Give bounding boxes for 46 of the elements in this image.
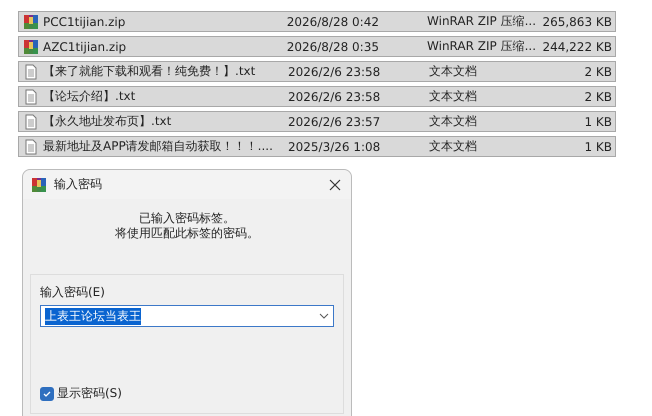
file-type: 文本文档 xyxy=(429,113,478,130)
file-size: 265,863 KB xyxy=(542,14,613,28)
document-icon xyxy=(23,114,39,130)
chevron-down-icon[interactable] xyxy=(319,313,329,319)
file-row[interactable]: PCC1tijian.zip 2026/8/28 0:42 WinRAR ZIP 压缩... 265,863 KB xyxy=(18,11,616,32)
document-icon xyxy=(23,64,39,80)
file-date: 2026/2/6 23:58 xyxy=(288,90,382,104)
file-name: 【论坛介绍】.txt xyxy=(43,88,136,105)
archive-icon xyxy=(23,14,39,30)
file-date: 2026/2/6 23:57 xyxy=(288,114,382,128)
file-size: 2 KB xyxy=(583,90,613,104)
file-type: 文本文档 xyxy=(429,63,478,80)
file-type: WinRAR ZIP 压缩... xyxy=(427,13,538,30)
file-name: PCC1tijian.zip xyxy=(43,14,126,28)
file-type: WinRAR ZIP 压缩... xyxy=(427,38,538,55)
file-row[interactable]: AZC1tijian.zip 2026/8/28 0:35 WinRAR ZIP 压缩... 244,222 KB xyxy=(18,36,616,57)
show-password-checkbox[interactable]: 显示密码(S) xyxy=(40,385,122,402)
file-type: 文本文档 xyxy=(429,88,478,105)
file-name: 【来了就能下载和观看！纯免费！】.txt xyxy=(43,63,256,80)
file-row[interactable]: 【论坛介绍】.txt 2026/2/6 23:58 文本文档 2 KB xyxy=(18,86,616,107)
file-row[interactable]: 【来了就能下载和观看！纯免费！】.txt 2026/2/6 23:58 文本文档 2 KB xyxy=(18,61,616,82)
file-size: 1 KB xyxy=(583,140,613,154)
document-icon xyxy=(23,138,39,154)
check-icon xyxy=(42,388,52,398)
file-date: 2026/8/28 0:35 xyxy=(286,40,380,54)
archive-icon xyxy=(23,38,39,54)
dialog-title: 输入密码 xyxy=(54,176,103,193)
file-size: 2 KB xyxy=(583,64,613,78)
file-date: 2026/8/28 0:42 xyxy=(286,14,380,28)
close-icon[interactable] xyxy=(329,178,341,190)
dialog-message: 将使用匹配此标签的密码。 xyxy=(115,226,259,241)
dialog-message: 已输入密码标签。 xyxy=(139,211,235,226)
file-row[interactable]: 【永久地址发布页】.txt 2026/2/6 23:57 文本文档 1 KB xyxy=(18,111,616,132)
file-size: 1 KB xyxy=(583,114,613,128)
document-icon xyxy=(23,88,39,104)
file-size: 244,222 KB xyxy=(542,40,613,54)
file-type: 文本文档 xyxy=(429,138,478,155)
file-date: 2025/3/26 1:08 xyxy=(288,140,382,154)
password-field[interactable]: 上表王论坛当表王 xyxy=(40,305,334,327)
password-label: 输入密码(E) xyxy=(40,284,106,301)
file-name: AZC1tijian.zip xyxy=(43,40,126,54)
archive-icon xyxy=(31,176,47,192)
file-name: 【永久地址发布页】.txt xyxy=(43,113,172,130)
file-name: 最新地址及APP请发邮箱自动获取！！！.... xyxy=(43,138,273,155)
file-date: 2026/2/6 23:58 xyxy=(288,64,382,78)
file-row[interactable]: 最新地址及APP请发邮箱自动获取！！！.... 2025/3/26 1:08 文本文档 1 KB xyxy=(18,136,616,157)
